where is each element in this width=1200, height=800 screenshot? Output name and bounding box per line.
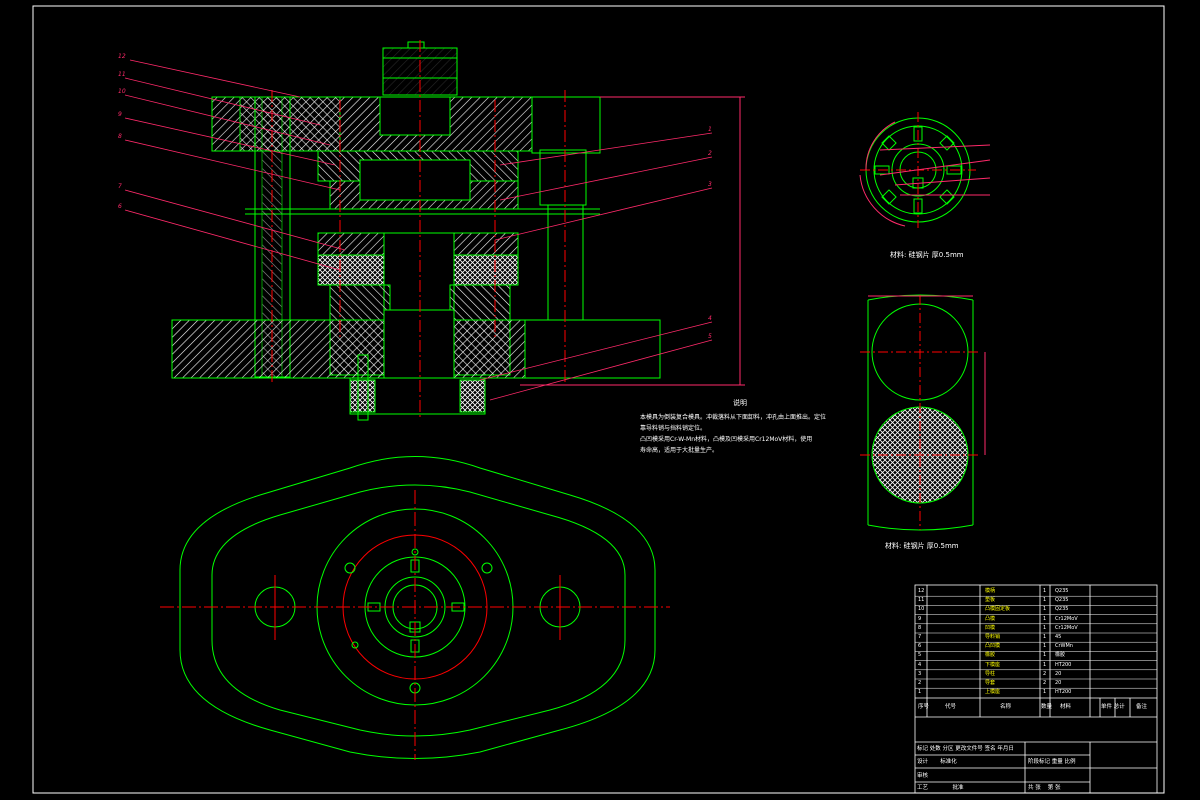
bom-cell-mat: HT200 bbox=[1055, 689, 1072, 696]
notes-title: 说明 bbox=[733, 399, 747, 407]
callout-4: 4 bbox=[708, 315, 712, 322]
bom-header-code: 代号 bbox=[945, 704, 957, 710]
callout-5: 5 bbox=[708, 333, 712, 340]
callout-1: 1 bbox=[708, 126, 712, 133]
callout-3: 3 bbox=[708, 181, 712, 188]
part-caption: 材料: 硅钢片 厚0.5mm bbox=[890, 251, 964, 259]
tb-row4: 工艺 批准 bbox=[917, 785, 964, 791]
tb-row3: 审核 bbox=[917, 773, 929, 779]
bom-header-material: 材料 bbox=[1060, 704, 1072, 710]
plan-view bbox=[160, 456, 670, 760]
tb-row2-right: 阶段标记 重量 比例 bbox=[1028, 759, 1076, 765]
part-drawing bbox=[859, 112, 991, 228]
tb-row2: 设计 标准化 bbox=[917, 759, 957, 765]
callout-9: 9 bbox=[118, 111, 122, 118]
bom-grid bbox=[915, 595, 1157, 689]
callout-2: 2 bbox=[708, 150, 712, 157]
bom-header-remark: 备注 bbox=[1136, 704, 1148, 710]
callout-10: 10 bbox=[118, 88, 126, 95]
note-line: 凸凹模采用Cr-W-Mn材料，凸模及凹模采用Cr12MoV材料，使用 bbox=[640, 436, 813, 443]
bom-header-qty: 数量 bbox=[1041, 704, 1053, 710]
bom-cell-qty: 1 bbox=[1043, 689, 1047, 696]
callout-12: 12 bbox=[118, 53, 126, 60]
bom-header-name: 名称 bbox=[1000, 704, 1012, 710]
strip-caption: 材料: 硅钢片 厚0.5mm bbox=[885, 542, 959, 550]
bom-header-weight: 单件 总计 bbox=[1101, 704, 1125, 710]
strip-layout bbox=[860, 294, 986, 531]
bom-cell-name: 上模座 bbox=[985, 689, 1001, 696]
bom-header-no: 序号 bbox=[918, 704, 930, 710]
tb-row4-right: 共 张 第 张 bbox=[1028, 785, 1061, 791]
note-line: 寿命高，适用于大批量生产。 bbox=[640, 447, 719, 454]
bom-cell-no: 1 bbox=[918, 689, 922, 696]
callout-7: 7 bbox=[118, 183, 122, 190]
technical-notes: 说明 本模具为倒装复合模具。冲裁落料从下面卸料，冲孔由上面推出。定位 靠导料销与… bbox=[640, 398, 840, 456]
note-line: 靠导料销与挡料销定位。 bbox=[640, 425, 707, 432]
callout-11: 11 bbox=[118, 71, 126, 78]
callout-6: 6 bbox=[118, 203, 122, 210]
assembly-section-view bbox=[171, 40, 745, 421]
callout-8: 8 bbox=[118, 133, 122, 140]
tb-row1: 标记 处数 分区 更改文件号 签名 年月日 bbox=[917, 746, 1014, 752]
note-line: 本模具为倒装复合模具。冲裁落料从下面卸料，冲孔由上面推出。定位 bbox=[640, 414, 827, 421]
cad-drawing-canvas: 12 11 10 9 8 7 6 1 2 3 4 5 bbox=[32, 5, 1165, 794]
